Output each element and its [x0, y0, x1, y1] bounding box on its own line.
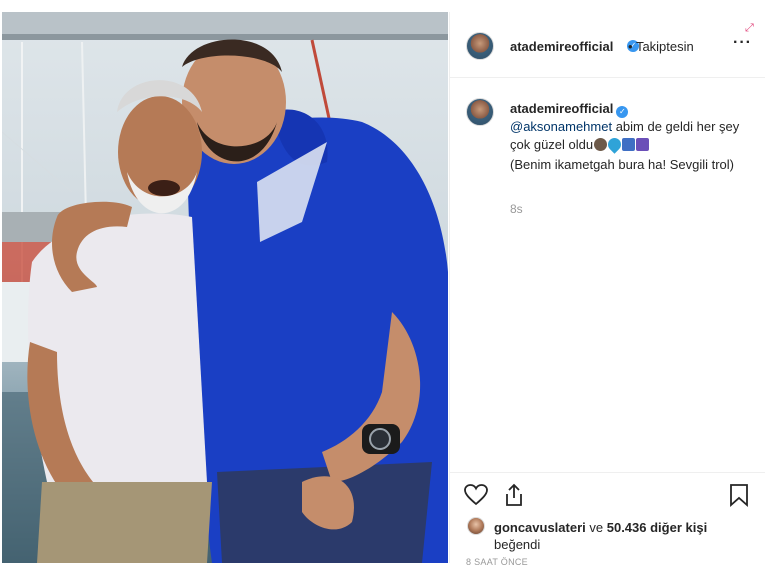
author-avatar[interactable] [466, 32, 494, 60]
caption-text: atademireofficial ✓ @aksonamehmet abim de… [510, 100, 750, 174]
post-timeago: 8 SAAT ÖNCE [466, 557, 528, 567]
swimmer-emoji [636, 138, 650, 151]
verified-badge-icon: ✓ [616, 106, 629, 118]
caption-time: 8s [510, 202, 523, 216]
bookmark-icon[interactable] [728, 483, 750, 507]
post-actions: goncavuslateri ve 50.436 diğer kişi beğe… [450, 472, 765, 567]
caption-mention-link[interactable]: @aksonamehmet [510, 119, 612, 134]
ship-emoji [622, 138, 636, 151]
likes-connector: ve [585, 520, 607, 535]
likes-summary: goncavuslateri ve 50.436 diğer kişi beğe… [494, 519, 744, 553]
expand-icon[interactable]: ⤢ [745, 22, 754, 35]
blue-heart-emoji [605, 135, 624, 154]
author-username[interactable]: atademireofficial [510, 39, 613, 54]
liker-avatar[interactable] [467, 517, 485, 535]
follow-status-label[interactable]: Takiptesin [636, 39, 694, 54]
caption-username-label[interactable]: atademireofficial [510, 101, 613, 116]
liker-username[interactable]: goncavuslateri [494, 520, 586, 535]
likes-count[interactable]: 50.436 diğer kişi [607, 520, 707, 535]
caption-username[interactable]: atademireofficial ✓ [510, 100, 750, 118]
share-icon[interactable] [502, 483, 526, 507]
post-header: atademireofficial ✓ • Takiptesin ··· ⤢ [450, 12, 765, 78]
likes-suffix: beğendi [494, 537, 541, 552]
caption-emojis [593, 135, 650, 156]
heart-icon[interactable] [464, 483, 488, 507]
caption-text-line-2: (Benim ikametgah bura ha! Sevgili trol) [510, 157, 734, 172]
caption-avatar[interactable] [466, 98, 494, 126]
photo-illustration [2, 12, 448, 563]
follow-status[interactable]: • Takiptesin [628, 39, 694, 54]
anchor-emoji [594, 138, 608, 151]
post-photo[interactable] [2, 12, 448, 563]
post-side-panel: atademireofficial ✓ • Takiptesin ··· ⤢ a… [449, 12, 765, 567]
instagram-post-window: atademireofficial ✓ • Takiptesin ··· ⤢ a… [0, 0, 770, 573]
more-dots-icon[interactable]: ··· [733, 34, 752, 52]
